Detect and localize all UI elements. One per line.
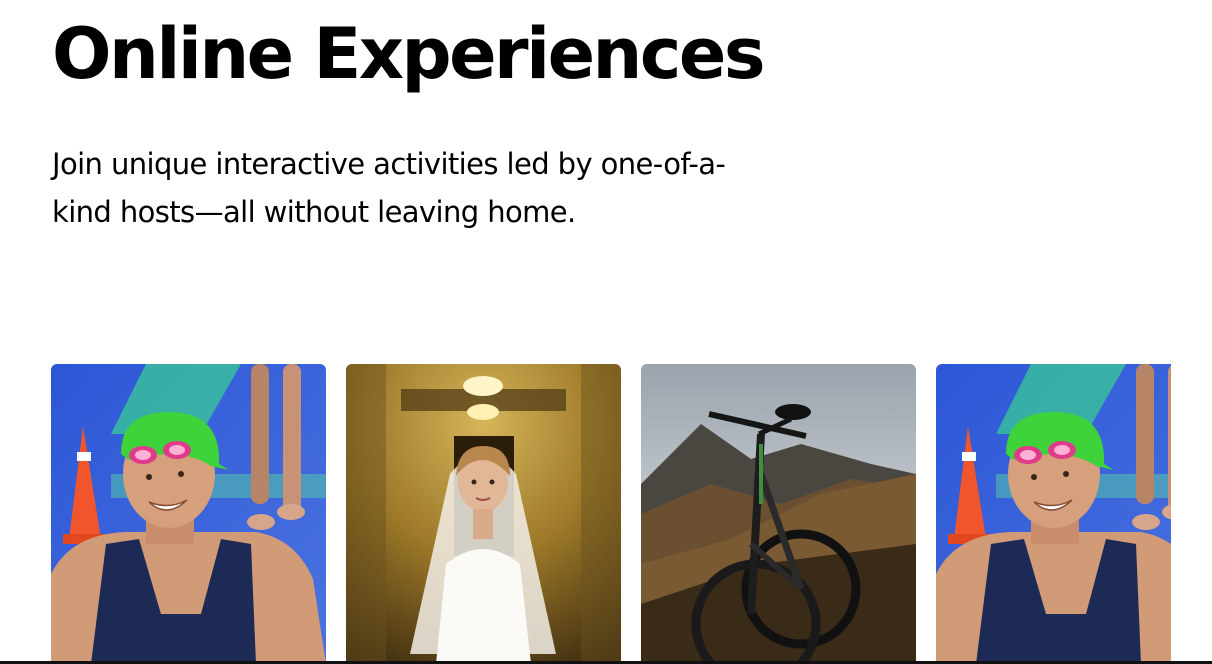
bride-photo <box>346 364 621 664</box>
page-subtitle: Join unique interactive activities led b… <box>52 147 726 229</box>
experience-card[interactable] <box>936 364 1171 664</box>
page-title: Online Experiences <box>52 13 766 95</box>
triathlete-photo <box>936 364 1171 664</box>
triathlete-photo <box>51 364 326 664</box>
card-row <box>51 364 1171 664</box>
experience-carousel <box>51 364 1171 664</box>
experience-card[interactable] <box>51 364 326 664</box>
experience-card[interactable] <box>346 364 621 664</box>
mountain-bike-photo <box>641 364 916 664</box>
experience-card[interactable] <box>641 364 916 664</box>
